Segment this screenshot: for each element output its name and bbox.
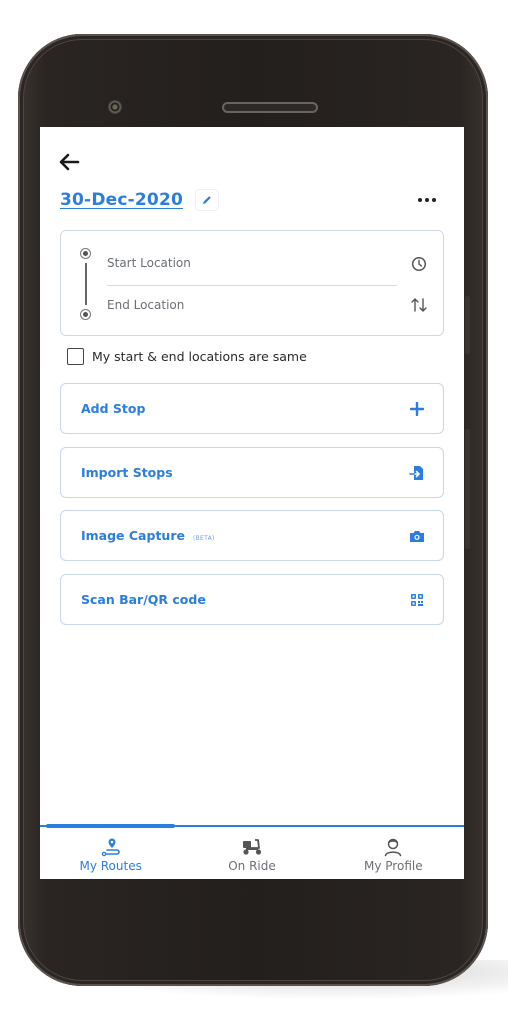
plus-icon: [409, 401, 425, 417]
arrow-left-icon: [59, 153, 80, 171]
more-dot: [425, 198, 429, 202]
back-button[interactable]: [58, 153, 80, 171]
action-label: Image Capture (BETA): [81, 528, 215, 543]
location-card: [60, 230, 444, 336]
same-location-checkbox[interactable]: [67, 348, 84, 365]
nav-label: On Ride: [228, 859, 276, 873]
scan-qr-button[interactable]: Scan Bar/QR code: [60, 574, 444, 625]
qr-code-icon: [409, 592, 425, 608]
add-stop-label: Add Stop: [81, 401, 146, 416]
route-connector-line: [85, 263, 87, 305]
end-pin-icon: [80, 309, 91, 320]
more-options-button[interactable]: [418, 195, 438, 205]
file-import-icon: [409, 465, 425, 481]
start-location-input[interactable]: [107, 255, 399, 271]
scan-qr-label: Scan Bar/QR code: [81, 592, 206, 607]
nav-tab-on-ride[interactable]: On Ride: [181, 827, 322, 879]
end-location-input[interactable]: [107, 297, 399, 313]
image-capture-button[interactable]: Image Capture (BETA): [60, 510, 444, 561]
nav-label: My Profile: [364, 859, 423, 873]
pencil-icon: [203, 196, 211, 204]
start-pin-icon: [80, 248, 91, 259]
swap-locations-button[interactable]: [409, 297, 429, 313]
import-stops-button[interactable]: Import Stops: [60, 447, 444, 498]
edit-date-button[interactable]: [195, 189, 219, 211]
route-date-title[interactable]: 30-Dec-2020: [60, 190, 183, 210]
beta-badge: (BETA): [192, 535, 215, 542]
earpiece-speaker: [222, 102, 318, 113]
clock-icon: [411, 256, 427, 272]
more-dot: [432, 198, 436, 202]
nav-label: My Routes: [79, 859, 142, 873]
action-label: Import Stops: [81, 465, 173, 480]
same-location-toggle[interactable]: My start & end locations are same: [67, 348, 307, 365]
action-label: Add Stop: [81, 401, 145, 416]
active-tab-indicator: [46, 824, 175, 828]
route-pin-icon: [101, 838, 120, 857]
start-time-button[interactable]: [411, 256, 427, 272]
volume-button: [465, 296, 470, 354]
same-location-label: My start & end locations are same: [92, 349, 307, 364]
power-button: [465, 429, 470, 549]
camera-icon: [409, 528, 425, 544]
swap-vertical-icon: [411, 298, 427, 312]
action-label: Scan Bar/QR code: [81, 592, 206, 607]
nav-tab-my-routes[interactable]: My Routes: [40, 827, 181, 879]
image-capture-label: Image Capture: [81, 528, 185, 543]
location-divider: [107, 285, 397, 286]
user-icon: [385, 838, 402, 857]
front-camera: [108, 100, 122, 114]
more-dot: [418, 198, 422, 202]
app-screen: 30-Dec-2020 My sta: [40, 127, 464, 879]
bottom-navigation: My Routes On Ride My Profile: [40, 824, 464, 879]
import-stops-label: Import Stops: [81, 465, 173, 480]
add-stop-button[interactable]: Add Stop: [60, 383, 444, 434]
nav-tab-my-profile[interactable]: My Profile: [323, 827, 464, 879]
scooter-icon: [242, 839, 262, 855]
